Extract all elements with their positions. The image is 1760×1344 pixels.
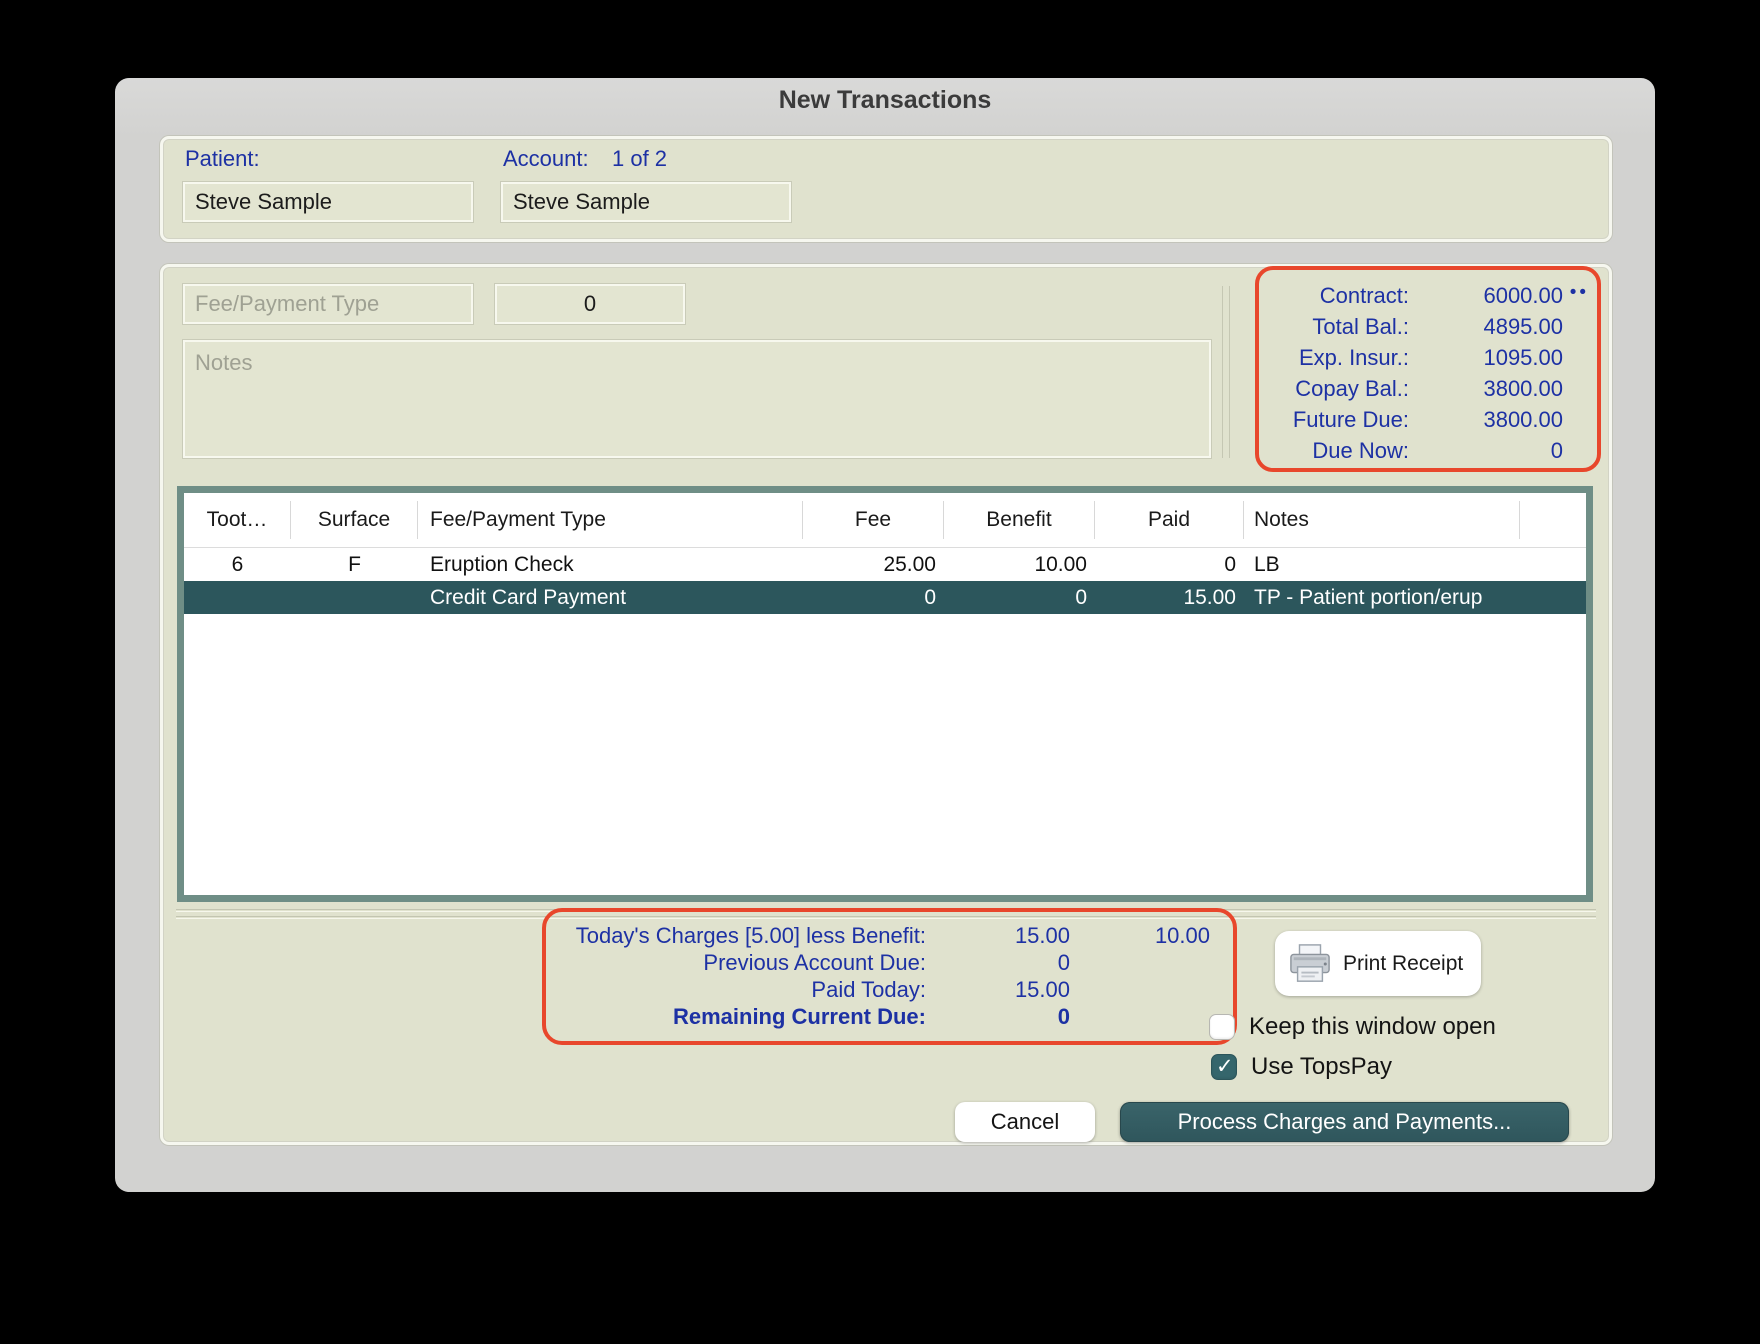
totals-row: Today's Charges [5.00] less Benefit: 15.… [542,922,1210,949]
totals-value2: 10.00 [1154,923,1210,948]
transactions-table: Toot… Surface Fee/Payment Type Fee Benef… [177,486,1593,902]
totals-value2 [1070,976,1210,1003]
column-header-type: Fee/Payment Type [418,501,803,539]
contract-row-label: Contract: [1319,283,1409,308]
totals-value: 15.00 [1014,923,1070,948]
window-title: New Transactions [778,86,992,114]
contract-row-label: Exp. Insur.: [1298,345,1409,370]
totals-label: Paid Today: [811,977,926,1002]
column-header-fee: Fee [803,501,944,539]
totals-value2 [1070,949,1210,976]
totals-row: Previous Account Due: 0 [542,949,1210,976]
contract-row-value: 4895.00 [1483,314,1563,339]
totals-row: Paid Today: 15.00 [542,976,1210,1003]
contract-row-label: Due Now: [1312,438,1409,463]
cell-notes: LB [1254,552,1280,576]
printer-icon [1290,943,1330,982]
contract-row: Exp. Insur.: 1095.00 [1259,342,1597,373]
checkbox-icon[interactable] [1211,1054,1237,1080]
totals-label: Previous Account Due: [703,950,926,975]
cell-tooth: 6 [231,552,244,576]
print-receipt-label: Print Receipt [1343,951,1464,975]
contract-row: Contract: 6000.00 [1259,280,1597,311]
contract-row-value: 0 [1550,438,1563,463]
checkbox-icon[interactable] [1209,1014,1235,1040]
account-input[interactable] [501,182,791,222]
column-header-surface: Surface [291,501,418,539]
contract-summary-box: Contract: 6000.00 Total Bal.: 4895.00 Ex… [1255,266,1601,472]
column-header-paid: Paid [1095,501,1244,539]
column-header-tooth: Toot… [184,501,291,539]
column-header-filler [1520,501,1586,539]
patient-input[interactable] [183,182,473,222]
patient-label: Patient: [185,146,260,171]
totals-value: 0 [1057,950,1070,975]
account-count: 1 of 2 [612,146,668,171]
cancel-button[interactable]: Cancel [955,1102,1095,1142]
contract-row-value: 3800.00 [1483,376,1563,401]
cell-type: Credit Card Payment [430,585,627,609]
vertical-divider [1222,286,1230,458]
cell-benefit: 0 [1075,585,1087,609]
account-label: Account: [503,146,589,171]
totals-value: 15.00 [1014,977,1070,1002]
table-header: Toot… Surface Fee/Payment Type Fee Benef… [184,493,1586,548]
print-receipt-button[interactable]: Print Receipt [1275,931,1481,996]
cell-paid: 15.00 [1183,585,1236,609]
cell-paid: 0 [1224,552,1236,576]
contract-row-label: Total Bal.: [1312,314,1409,339]
cell-notes: TP - Patient portion/erup [1254,585,1483,609]
cell-surface: F [348,552,361,576]
contract-row: Total Bal.: 4895.00 [1259,311,1597,342]
cell-fee: 0 [924,585,936,609]
notes-input[interactable] [183,340,1211,458]
totals-label: Remaining Current Due: [672,1004,926,1029]
contract-more-dots-icon[interactable]: •• [1570,282,1589,304]
contract-row-label: Copay Bal.: [1295,376,1409,401]
column-header-notes: Notes [1244,501,1520,539]
cell-fee: 25.00 [883,552,936,576]
table-row[interactable]: 6 F Eruption Check 25.00 10.00 0 LB [184,548,1586,581]
column-header-benefit: Benefit [944,501,1095,539]
contract-row-value: 3800.00 [1483,407,1563,432]
contract-row: Due Now: 0 [1259,435,1597,466]
table-row[interactable]: Credit Card Payment 0 0 15.00 TP - Patie… [184,581,1586,614]
keep-window-open-checkbox[interactable]: Keep this window open [1209,1013,1496,1041]
cell-tooth [184,581,291,614]
fee-payment-type-input[interactable] [183,284,473,324]
contract-row: Future Due: 3800.00 [1259,404,1597,435]
contract-row-label: Future Due: [1292,407,1409,432]
cell-benefit: 10.00 [1034,552,1087,576]
use-topspay-checkbox[interactable]: Use TopsPay [1211,1053,1392,1081]
amount-input[interactable] [495,284,685,324]
use-topspay-label: Use TopsPay [1251,1053,1392,1080]
contract-row-value: 1095.00 [1483,345,1563,370]
cell-type: Eruption Check [430,552,574,576]
contract-row: Copay Bal.: 3800.00 [1259,373,1597,404]
cell-surface [291,581,418,614]
keep-window-open-label: Keep this window open [1249,1013,1496,1040]
totals-row: Remaining Current Due: 0 [542,1003,1210,1030]
totals-rows: Today's Charges [5.00] less Benefit: 15.… [542,922,1210,1030]
process-charges-button[interactable]: Process Charges and Payments... [1120,1102,1569,1142]
totals-value2 [1070,1003,1210,1030]
totals-label: Today's Charges [5.00] less Benefit: [575,923,926,948]
totals-value: 0 [1057,1004,1070,1029]
